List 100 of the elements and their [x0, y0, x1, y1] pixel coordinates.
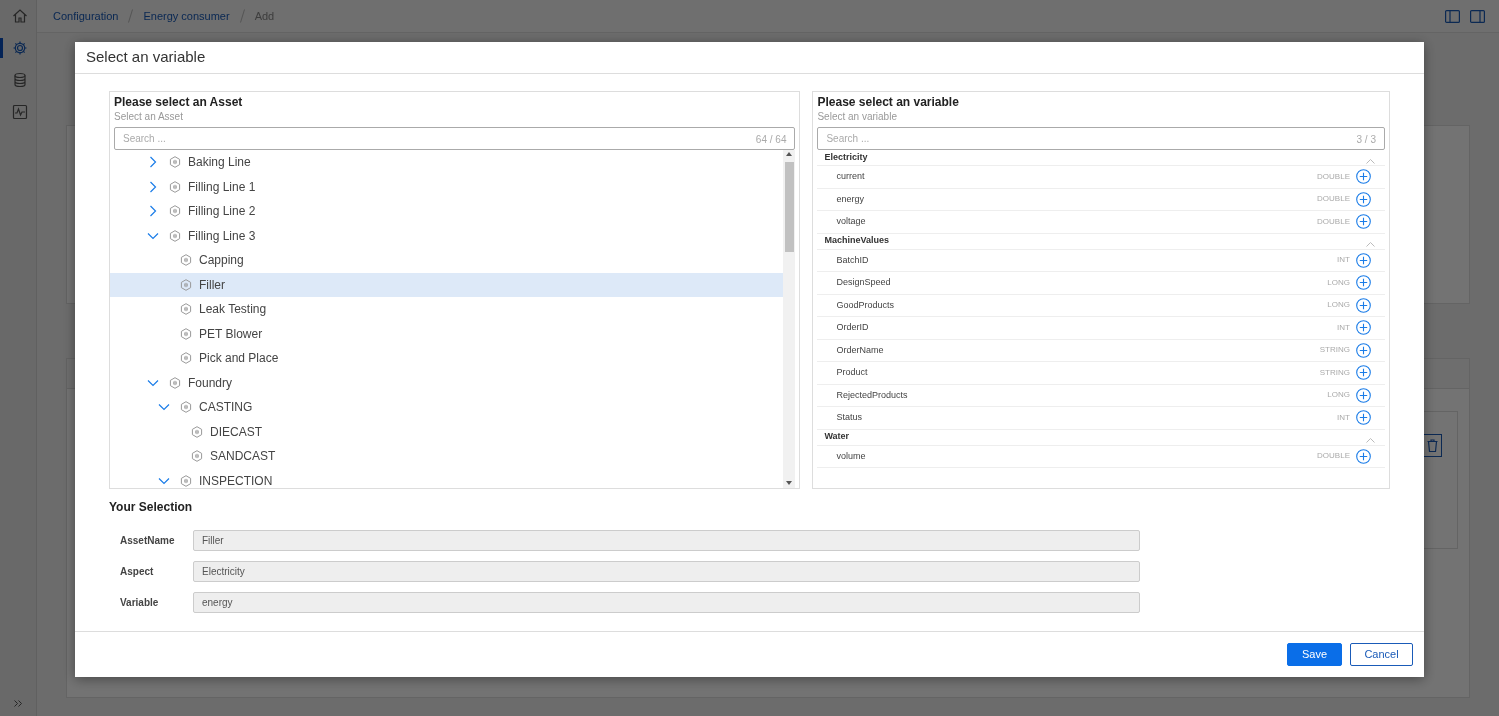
data-type: LONG: [1327, 389, 1350, 402]
variable-name: OrderName: [836, 343, 885, 357]
field-label: Variable: [119, 596, 160, 610]
add-icon[interactable]: [1356, 169, 1371, 185]
tree-item[interactable]: Baking Line: [110, 150, 784, 175]
panel-subtitle: Select an variable: [817, 110, 898, 123]
chevron-right-icon[interactable]: [147, 180, 159, 193]
chevron-up-icon[interactable]: [1366, 157, 1375, 164]
input-field[interactable]: Filler: [193, 530, 1140, 551]
panel-subtitle: Select an Asset: [114, 110, 184, 123]
data-type: LONG: [1327, 276, 1350, 289]
add-icon[interactable]: [1356, 342, 1371, 358]
asset-icon: [180, 474, 192, 487]
asset-icon: [180, 352, 192, 365]
asset-icon: [169, 229, 181, 242]
tree-item[interactable]: Filler: [110, 272, 784, 297]
tree-item[interactable]: CASTING: [110, 395, 784, 420]
right-panel-icon[interactable]: [1470, 9, 1485, 23]
variable-name: volume: [836, 449, 867, 463]
scroll-up-icon[interactable]: [786, 152, 793, 156]
asset-icon: [169, 205, 181, 218]
asset-icon: [180, 303, 192, 316]
variable-name: energy: [836, 192, 865, 206]
tree-item[interactable]: Foundry: [110, 370, 784, 395]
asset-icon: [180, 278, 192, 291]
tree-item[interactable]: Capping: [110, 248, 784, 273]
scrollbar-thumb[interactable]: [784, 162, 794, 252]
scrollbar[interactable]: [783, 150, 796, 488]
tree-item[interactable]: Filling Line 2: [110, 199, 784, 224]
asset-icon: [180, 327, 192, 340]
asset-icon: [169, 156, 181, 169]
save-button[interactable]: Save: [1287, 643, 1342, 666]
group-heading: MachineValues: [824, 234, 889, 248]
data-type: DOUBLE: [1317, 193, 1350, 206]
data-type: DOUBLE: [1317, 170, 1350, 183]
add-icon[interactable]: [1356, 320, 1371, 336]
input-field[interactable]: energy: [193, 592, 1140, 613]
add-icon[interactable]: [1356, 448, 1371, 464]
variable-name: RejectedProducts: [836, 388, 909, 402]
tree-item[interactable]: Filling Line 3: [110, 223, 784, 248]
chevron-up-icon[interactable]: [1366, 437, 1375, 443]
panel-title: Please select an Asset: [114, 95, 244, 110]
tree-item[interactable]: DIECAST: [110, 419, 784, 444]
expand-icon[interactable]: [14, 700, 22, 707]
data-type: DOUBLE: [1317, 215, 1350, 228]
tree-item[interactable]: Filling Line 1: [110, 174, 784, 199]
add-icon[interactable]: [1356, 387, 1371, 403]
group-heading: Water: [824, 430, 850, 444]
result-count: 64 / 64: [755, 133, 787, 147]
field-label: AssetName: [119, 534, 176, 548]
variable-name: voltage: [836, 215, 867, 228]
variable-name: DesignSpeed: [836, 276, 892, 289]
data-type: INT: [1337, 321, 1350, 334]
tree-item[interactable]: Leak Testing: [110, 297, 784, 322]
chevron-up-icon[interactable]: [1366, 241, 1375, 247]
asset-icon: [180, 254, 192, 267]
asset-icon: [191, 425, 203, 438]
data-type: LONG: [1327, 299, 1350, 312]
add-icon[interactable]: [1356, 191, 1371, 207]
tree-item[interactable]: INSPECTION: [110, 468, 784, 488]
field-label: Aspect: [119, 565, 155, 579]
data-type: STRING: [1319, 344, 1350, 357]
variable-name: Product: [836, 366, 869, 379]
asset-icon: [191, 450, 203, 463]
chevron-right-icon[interactable]: [147, 156, 159, 169]
tree-item[interactable]: SANDCAST: [110, 444, 784, 469]
dialog-title: Select an variable: [86, 47, 206, 68]
data-type: STRING: [1319, 366, 1350, 379]
variable-name: BatchID: [836, 253, 870, 267]
section-title: Your Selection: [109, 499, 194, 516]
separator-icon: [239, 9, 245, 23]
variable-name: current: [836, 170, 866, 183]
data-type: INT: [1337, 254, 1350, 267]
add-icon[interactable]: [1356, 410, 1371, 426]
variable-name: OrderID: [836, 321, 870, 334]
result-count: 3 / 3: [1356, 133, 1376, 147]
panel-title: Please select an variable: [817, 95, 960, 110]
add-icon[interactable]: [1356, 275, 1371, 291]
data-type: INT: [1337, 411, 1350, 424]
add-icon[interactable]: [1356, 252, 1371, 268]
asset-icon: [169, 376, 181, 389]
add-icon[interactable]: [1356, 297, 1371, 313]
tree-item[interactable]: Pick and Place: [110, 346, 784, 371]
scroll-down-icon[interactable]: [786, 481, 793, 485]
separator-icon: [128, 9, 134, 23]
add-icon[interactable]: [1356, 214, 1371, 230]
group-heading: Electricity: [824, 150, 868, 164]
data-type: DOUBLE: [1317, 450, 1350, 463]
add-icon[interactable]: [1356, 365, 1371, 381]
input-field[interactable]: Electricity: [193, 561, 1140, 582]
variable-name: GoodProducts: [836, 298, 895, 312]
tree-item[interactable]: PET Blower: [110, 321, 784, 346]
cancel-button[interactable]: Cancel: [1350, 643, 1413, 666]
delete-button[interactable]: [1422, 434, 1442, 457]
asset-icon: [169, 180, 181, 193]
chevron-right-icon[interactable]: [147, 205, 159, 218]
asset-icon: [180, 401, 192, 414]
left-panel-icon[interactable]: [1445, 9, 1460, 23]
variable-name: Status: [836, 411, 863, 424]
trash-icon: [1426, 439, 1438, 452]
